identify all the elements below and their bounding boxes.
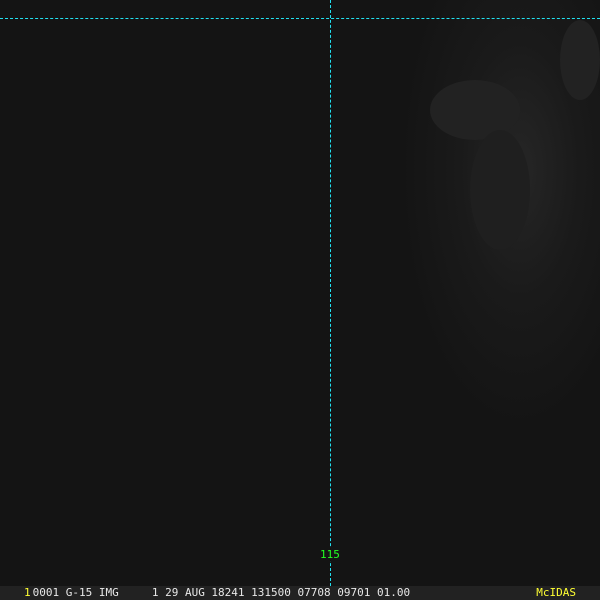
status-bar: 1 0001 G-15 IMG 1 29 AUG 18241 131500 07… xyxy=(0,586,600,600)
satellite-image-view[interactable]: 115 1 0001 G-15 IMG 1 29 AUG 18241 13150… xyxy=(0,0,600,600)
satellite-image[interactable]: 115 xyxy=(0,0,600,586)
latitude-line xyxy=(0,18,600,19)
longitude-line xyxy=(330,0,331,586)
mcidas-logo: McIDAS xyxy=(536,586,576,599)
cloud-feature xyxy=(470,130,530,250)
cloud-feature xyxy=(560,20,600,100)
frame-number: 1 xyxy=(24,586,31,599)
longitude-label: 115 xyxy=(319,548,341,561)
image-info: 0001 G-15 IMG 1 29 AUG 18241 131500 0770… xyxy=(32,586,411,599)
